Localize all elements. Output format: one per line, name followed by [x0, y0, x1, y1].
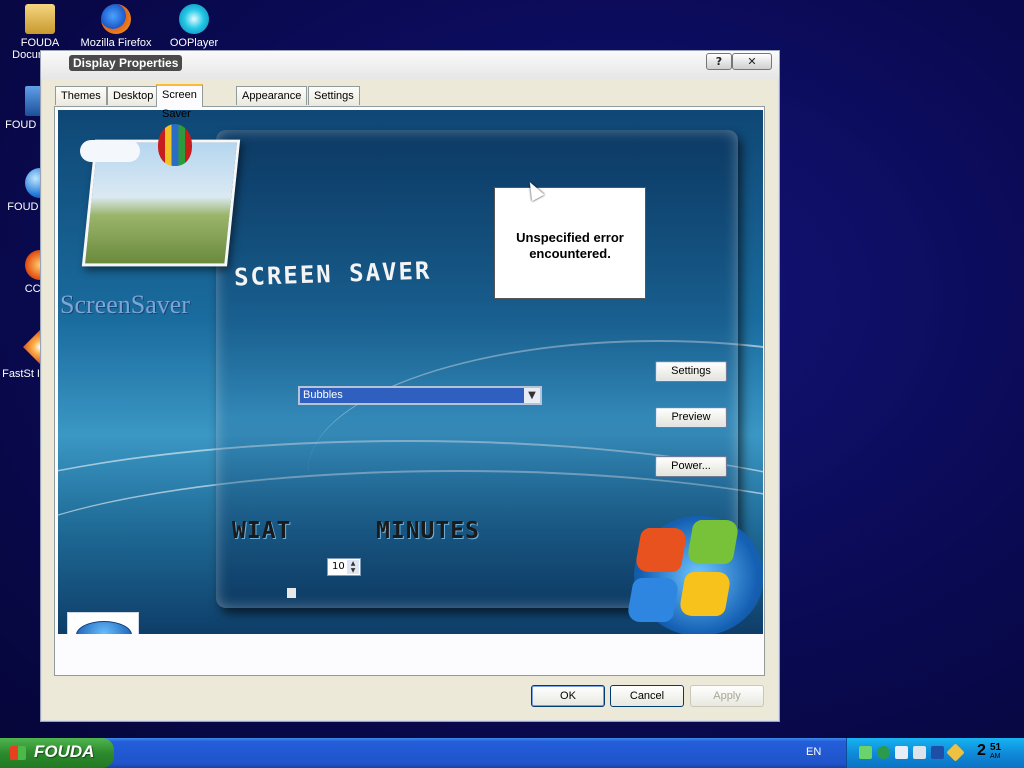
energy-star-icon: [76, 621, 132, 634]
screen-saver-panel: ScreenSaver SCREEN SAVER Unspecified err…: [54, 106, 765, 676]
preview-button[interactable]: Preview: [655, 407, 727, 428]
apply-button[interactable]: Apply: [690, 685, 764, 707]
windows-flag-icon: [10, 746, 26, 760]
minutes-label: MINUTES: [376, 518, 480, 544]
document-tray-icon[interactable]: [895, 746, 908, 759]
start-button[interactable]: FOUDA: [0, 738, 114, 768]
spin-down-icon[interactable]: ▼: [347, 567, 359, 574]
tab-desktop[interactable]: Desktop: [107, 86, 160, 105]
start-label: FOUDA: [34, 742, 95, 761]
desktop-icon-ooplayer[interactable]: OOPlayer: [154, 4, 234, 49]
taskbar: FOUDA EN 2 51 AM: [0, 738, 1024, 768]
security-tray-icon[interactable]: [877, 746, 890, 759]
system-tray: 2 51 AM: [846, 738, 1024, 768]
wait-minutes-value: 10: [332, 561, 345, 572]
title-bar[interactable]: Display Properties ? ✕: [41, 51, 779, 79]
spin-up-icon[interactable]: ▲: [347, 560, 359, 567]
wait-label: WIAT: [232, 518, 292, 544]
clock-ampm: AM: [990, 753, 1001, 760]
screensaver-select[interactable]: Bubbles ▼: [298, 386, 542, 405]
clock[interactable]: 2 51 AM: [977, 742, 1001, 760]
firefox-icon: [101, 4, 131, 34]
help-button[interactable]: ?: [706, 53, 732, 70]
power-button[interactable]: Power...: [655, 456, 727, 477]
hot-air-balloon-icon: [158, 124, 192, 166]
clock-minute: 51: [990, 742, 1002, 753]
cancel-button[interactable]: Cancel: [610, 685, 684, 707]
preview-monitor: Unspecified error encountered.: [494, 187, 646, 299]
screensaver-brand: ScreenSaver: [60, 290, 190, 319]
ok-button[interactable]: OK: [531, 685, 605, 707]
cloud-icon: [80, 140, 140, 162]
tab-appearance[interactable]: Appearance: [236, 86, 308, 105]
desktop-icon-label: OOPlayer: [169, 37, 219, 49]
help-icon: ?: [715, 55, 723, 68]
screensaver-settings-button[interactable]: Settings: [655, 361, 727, 382]
close-button[interactable]: ✕: [732, 53, 772, 70]
language-indicator[interactable]: EN: [806, 746, 821, 758]
wait-minutes-stepper[interactable]: 10 ▲ ▼: [327, 558, 361, 576]
resume-checkbox[interactable]: [287, 588, 296, 598]
clock-hour: 2: [977, 742, 986, 759]
desktop-icon-firefox[interactable]: Mozilla Firefox: [76, 4, 156, 49]
ooplayer-icon: [179, 4, 209, 34]
desktop-icon-label: Mozilla Firefox: [80, 37, 152, 49]
chevron-down-icon[interactable]: ▼: [524, 388, 540, 403]
display-tray-icon[interactable]: [931, 746, 944, 759]
wand-tray-icon[interactable]: [946, 743, 965, 762]
tab-screen-saver[interactable]: Screen Saver: [156, 84, 203, 120]
tab-themes[interactable]: Themes: [55, 86, 107, 105]
tab-settings[interactable]: Settings: [308, 86, 360, 105]
windows-logo-icon: [610, 500, 763, 634]
network-tray-icon[interactable]: [859, 746, 872, 759]
display-properties-window: Display Properties ? ✕ Themes Desktop Sc…: [40, 50, 780, 722]
screensaver-select-value: Bubbles: [303, 389, 343, 401]
folder-icon: [25, 4, 55, 34]
energy-star-logo: [67, 612, 139, 634]
window-title: Display Properties: [69, 55, 183, 71]
close-icon: ✕: [747, 55, 757, 68]
skinned-content: ScreenSaver SCREEN SAVER Unspecified err…: [58, 110, 763, 634]
tool-tray-icon[interactable]: [913, 746, 926, 759]
error-message: Unspecified error encountered.: [516, 230, 624, 261]
